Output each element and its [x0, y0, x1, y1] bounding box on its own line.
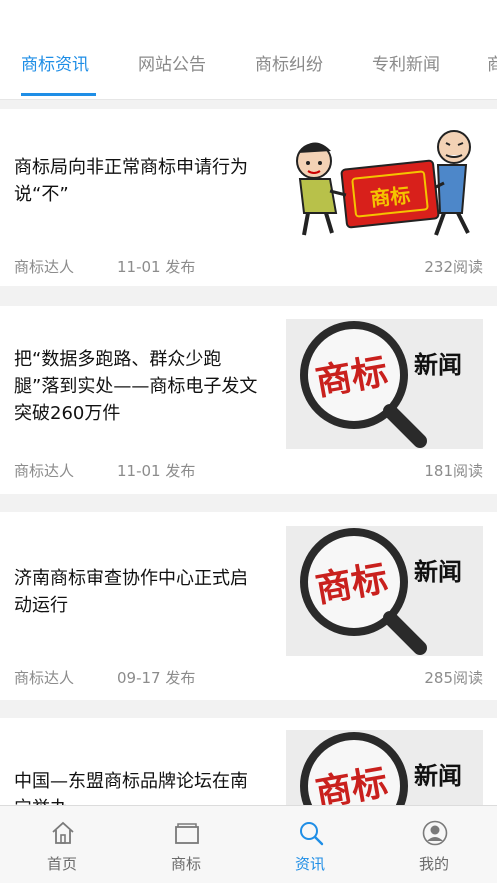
article-author: 商标达人	[14, 669, 75, 687]
article-read-count: 181阅读	[424, 462, 483, 480]
nav-trademark[interactable]: 商标	[124, 806, 248, 883]
article-card[interactable]: 把“数据多跑路、群众少跑腿”落到实处——商标电子发文突破260万件 商标达人 1…	[0, 306, 497, 494]
article-author: 商标达人	[14, 462, 75, 480]
article-thumbnail: 商标 新闻	[286, 319, 483, 449]
article-thumbnail: 商标	[286, 113, 483, 243]
tab-site-notice[interactable]: 网站公告	[138, 50, 206, 75]
nav-trademark-label: 商标	[170, 855, 201, 873]
article-read-count: 232阅读	[424, 258, 483, 276]
thumbnail-text-news: 新闻	[414, 557, 462, 586]
tab-patent-news[interactable]: 专利新闻	[372, 50, 440, 75]
article-date: 11-01 发布	[117, 258, 196, 276]
active-tab-indicator	[21, 93, 96, 96]
article-card[interactable]: 商标局向非正常商标申请行为说“不” 商标达人 11-01 发布 232阅读 商标	[0, 109, 497, 286]
article-read-count: 285阅读	[424, 669, 483, 687]
nav-home-label: 首页	[46, 855, 77, 873]
article-title: 济南商标审查协作中心正式启动运行	[14, 568, 248, 616]
user-icon	[422, 820, 448, 846]
article-title: 商标局向非正常商标申请行为说“不”	[14, 157, 248, 205]
search-icon	[300, 822, 324, 846]
article-thumbnail: 商标 新闻	[286, 526, 483, 656]
nav-profile[interactable]: 我的	[372, 806, 496, 883]
tab-more[interactable]: 商	[487, 50, 497, 75]
bottom-tab-bar: 首页 商标 资讯 我的	[0, 805, 497, 883]
nav-news[interactable]: 资讯	[248, 806, 372, 883]
article-title: 把“数据多跑路、群众少跑腿”落到实处——商标电子发文突破260万件	[14, 349, 258, 424]
article-feed[interactable]: 商标局向非正常商标申请行为说“不” 商标达人 11-01 发布 232阅读 商标…	[0, 101, 497, 805]
home-icon	[52, 821, 74, 844]
article-card[interactable]: 中国—东盟商标品牌论坛在南宁举办 商标 新闻	[0, 718, 497, 805]
tab-trademark-dispute[interactable]: 商标纠纷	[255, 50, 323, 75]
folder-icon	[175, 823, 199, 844]
article-card[interactable]: 济南商标审查协作中心正式启动运行 商标达人 09-17 发布 285阅读 商标 …	[0, 512, 497, 700]
nav-profile-label: 我的	[418, 855, 449, 873]
thumbnail-banner-text: 商标	[369, 183, 411, 211]
article-date: 11-01 发布	[117, 462, 196, 480]
thumbnail-text-news: 新闻	[414, 350, 462, 379]
article-date: 09-17 发布	[117, 669, 196, 687]
nav-news-label: 资讯	[294, 855, 325, 873]
article-author: 商标达人	[14, 258, 75, 276]
category-tabs: 商标资讯 网站公告 商标纠纷 专利新闻 商	[0, 0, 497, 100]
article-title: 中国—东盟商标品牌论坛在南宁举办	[14, 771, 248, 805]
nav-home[interactable]: 首页	[0, 806, 124, 883]
thumbnail-text-news: 新闻	[414, 761, 462, 790]
article-thumbnail: 商标 新闻	[286, 730, 483, 805]
tab-trademark-news[interactable]: 商标资讯	[21, 50, 89, 75]
